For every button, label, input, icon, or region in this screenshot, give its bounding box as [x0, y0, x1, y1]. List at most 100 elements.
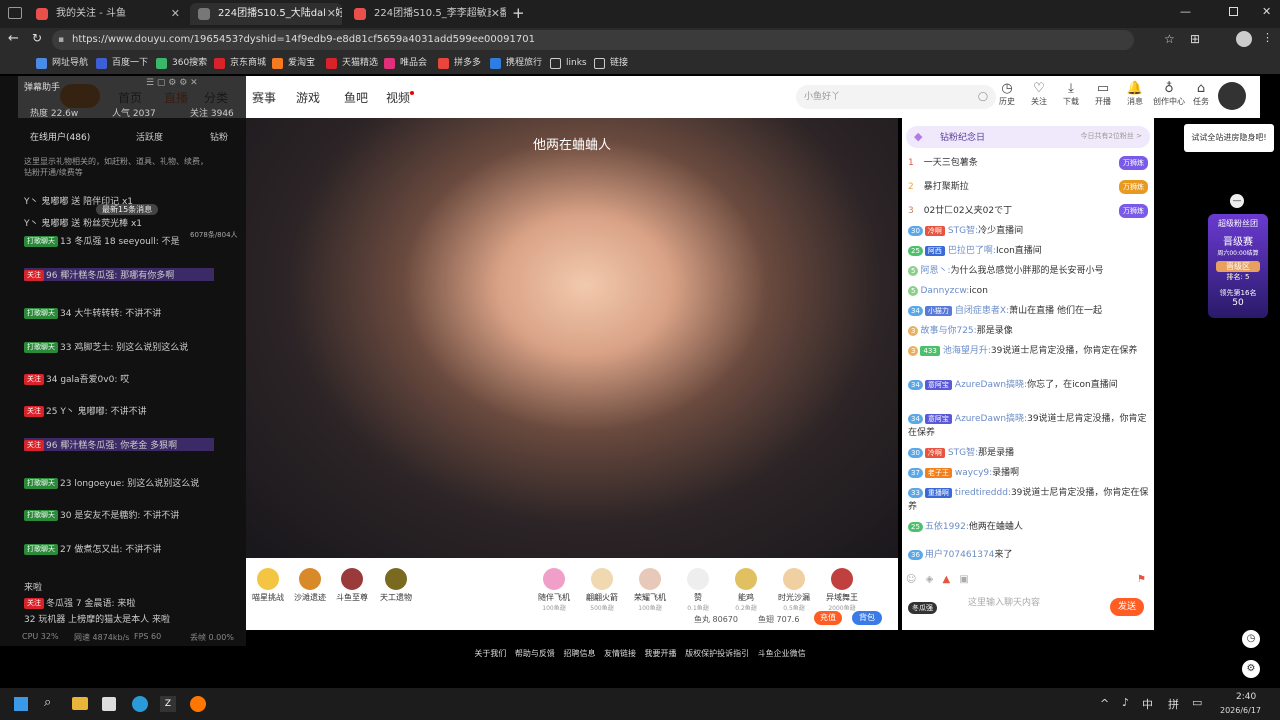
windows-start-icon[interactable] — [14, 697, 28, 711]
chat-username[interactable]: AzureDawn搞晓: — [955, 380, 1027, 390]
ime-chinese[interactable]: 中 — [1142, 696, 1153, 712]
nav-video[interactable]: 视频 — [386, 89, 410, 106]
chat-username[interactable]: 用户707461374 — [925, 550, 995, 560]
fan-anniversary-banner[interactable]: ◆ 钻粉纪念日 今日共有2位粉丝 > — [906, 126, 1150, 148]
download-button[interactable]: ⤓ 下载 — [1056, 82, 1086, 107]
maximize-button[interactable] — [1229, 7, 1238, 16]
nav-fishbar[interactable]: 鱼吧 — [344, 89, 368, 106]
bookmark[interactable]: 360搜索 — [156, 56, 207, 70]
chat-username[interactable]: Dannyzcw: — [920, 286, 969, 296]
chat-username[interactable]: 阿恩丶: — [920, 266, 950, 276]
douyu-app-icon[interactable] — [190, 696, 206, 712]
gift-item[interactable]: 异域舞王 2000鱼翅 — [822, 568, 862, 612]
chat-badge[interactable]: 冬瓜强 — [908, 602, 937, 614]
search-input[interactable]: 小鱼好丫 ◯ — [796, 85, 996, 109]
browser-tab-3[interactable]: 224团播S10.5_李李超敏直播_李李✕ — [346, 3, 506, 25]
avatar[interactable] — [1236, 31, 1252, 47]
chat-username[interactable]: 池海望月升: — [943, 346, 991, 356]
bookmark-folder[interactable]: 链接 — [594, 56, 628, 70]
nav-games[interactable]: 游戏 — [296, 89, 320, 106]
chat-username[interactable]: 自闭症患者X: — [955, 306, 1009, 316]
gift-item[interactable]: 能鸡 0.2鱼翅 — [726, 568, 766, 612]
address-bar[interactable]: ▪ https://www.douyu.com/1965453?dyshid=14… — [52, 30, 1134, 50]
bookmark[interactable]: 京东商城 — [214, 56, 266, 70]
file-explorer-icon[interactable] — [72, 697, 88, 710]
history-button[interactable]: ◷ 历史 — [992, 82, 1022, 107]
fan-icon[interactable]: ▣ — [959, 574, 968, 585]
footer-link[interactable]: 我要开播 — [645, 649, 677, 658]
clock-time[interactable]: 2:40 — [1236, 692, 1256, 702]
gift-item[interactable]: 斗鱼至尊 — [332, 568, 372, 603]
tasks-button[interactable]: ⌂ 任务 — [1186, 82, 1216, 107]
chat-username[interactable]: 五依1992: — [925, 522, 969, 532]
gift-item[interactable]: 赞 0.1鱼翅 — [678, 568, 718, 612]
bookmark[interactable]: 网址导航 — [36, 56, 88, 70]
bookmark[interactable]: 携程旅行 — [490, 56, 542, 70]
helper-menu-icon[interactable]: ☰ ▢ ⚙ ⚙ ✕ — [146, 78, 198, 88]
backpack-button[interactable]: 背包 — [852, 611, 882, 625]
tab-online-users[interactable]: 在线用户(486) — [30, 130, 90, 143]
extensions-icon[interactable]: ⊞ — [1190, 32, 1200, 46]
bookmark[interactable]: 百度一下 — [96, 56, 148, 70]
gift-item[interactable]: 翩翩火箭 500鱼翅 — [582, 568, 622, 612]
chat-username[interactable]: AzureDawn搞晓: — [955, 414, 1027, 424]
browser-tab-2[interactable]: 224团播S10.5_大陆dalin好直播✕ — [190, 3, 342, 25]
footer-link[interactable]: 招聘信息 — [563, 649, 595, 658]
chat-username[interactable]: 巴拉巴了啊: — [948, 246, 996, 256]
messages-button[interactable]: 🔔 消息 — [1120, 82, 1150, 107]
back-icon[interactable]: ← — [8, 31, 19, 46]
emoji-icon[interactable]: ☺ — [906, 574, 916, 585]
gift-item[interactable]: 天工遗物 — [376, 568, 416, 603]
chat-input[interactable]: 这里输入聊天内容 — [968, 592, 1104, 614]
bookmark[interactable]: 爱淘宝 — [272, 56, 315, 70]
recharge-button[interactable]: 充值 — [814, 611, 842, 625]
stealth-tip[interactable]: 试试全站进房隐身吧! — [1184, 124, 1274, 152]
close-window-button[interactable]: ✕ — [1262, 5, 1271, 18]
bookmark-folder[interactable]: links — [550, 56, 587, 70]
search-icon[interactable]: ◯ — [978, 85, 988, 109]
fan-club-card[interactable]: 超级粉丝团 晋级赛 周六00:00结算 晋级区 排名: 5 领先第16名 50 — [1208, 214, 1268, 318]
footer-link[interactable]: 帮助与反馈 — [515, 649, 555, 658]
chat-username[interactable]: STG智: — [948, 448, 978, 458]
collapse-icon[interactable]: — — [1230, 194, 1244, 208]
footer-link[interactable]: 版权保护投诉指引 — [685, 649, 749, 658]
gift-item[interactable]: 荣耀飞机 100鱼翅 — [630, 568, 670, 612]
close-icon[interactable]: ✕ — [490, 3, 500, 25]
close-icon[interactable]: ✕ — [326, 3, 336, 25]
tray-chevron-icon[interactable]: ^ — [1100, 697, 1109, 710]
chat-username[interactable]: 故事与你725: — [920, 326, 976, 336]
window-menu-icon[interactable] — [8, 7, 22, 19]
ime-pinyin[interactable]: 拼 — [1168, 696, 1179, 712]
gift-item[interactable]: 沙滩遗迹 — [290, 568, 330, 603]
footer-link[interactable]: 斗鱼企业微信 — [758, 649, 806, 658]
tab-activity[interactable]: 活跃度 — [136, 130, 163, 143]
fire-icon[interactable]: ▲ — [943, 574, 951, 585]
bookmark[interactable]: 天猫精选 — [326, 56, 378, 70]
network-icon[interactable]: ▭ — [1192, 696, 1202, 709]
send-button[interactable]: 发送 — [1110, 598, 1144, 616]
creator-center-button[interactable]: ♁ 创作中心 — [1152, 82, 1186, 107]
clock-date[interactable]: 2026/6/17 — [1220, 706, 1261, 715]
more-icon[interactable]: ⋮ — [1262, 31, 1273, 44]
gift-icon[interactable]: ◈ — [926, 574, 934, 585]
chat-username[interactable]: STG智: — [948, 226, 978, 236]
mic-icon[interactable]: ♪ — [1122, 696, 1129, 709]
close-icon[interactable]: ✕ — [171, 3, 180, 25]
bookmark[interactable]: 唯品会 — [384, 56, 427, 70]
settings-icon[interactable]: ⚑ — [1137, 574, 1146, 585]
gift-item[interactable]: 随伴飞机 100鱼翅 — [534, 568, 574, 612]
timer-icon[interactable]: ◷ — [1242, 630, 1260, 648]
footer-link[interactable]: 关于我们 — [474, 649, 506, 658]
reload-icon[interactable]: ↻ — [32, 31, 42, 45]
gift-item[interactable]: 喵星挑战 — [248, 568, 288, 603]
avatar[interactable] — [1218, 82, 1246, 110]
minimize-button[interactable]: — — [1180, 5, 1191, 18]
star-icon[interactable]: ☆ — [1164, 32, 1175, 46]
new-tab-button[interactable]: + — [512, 4, 525, 22]
browser-tab-1[interactable]: 我的关注 - 斗鱼 ✕ — [28, 3, 186, 25]
go-live-button[interactable]: ▭ 开播 — [1088, 82, 1118, 107]
video-player[interactable]: 他两在蛐蛐人 — [246, 118, 898, 558]
app-icon[interactable]: Z — [160, 696, 176, 712]
tab-diamond-fans[interactable]: 钻粉 — [210, 130, 228, 143]
follow-button[interactable]: ♡ 关注 — [1024, 82, 1054, 107]
